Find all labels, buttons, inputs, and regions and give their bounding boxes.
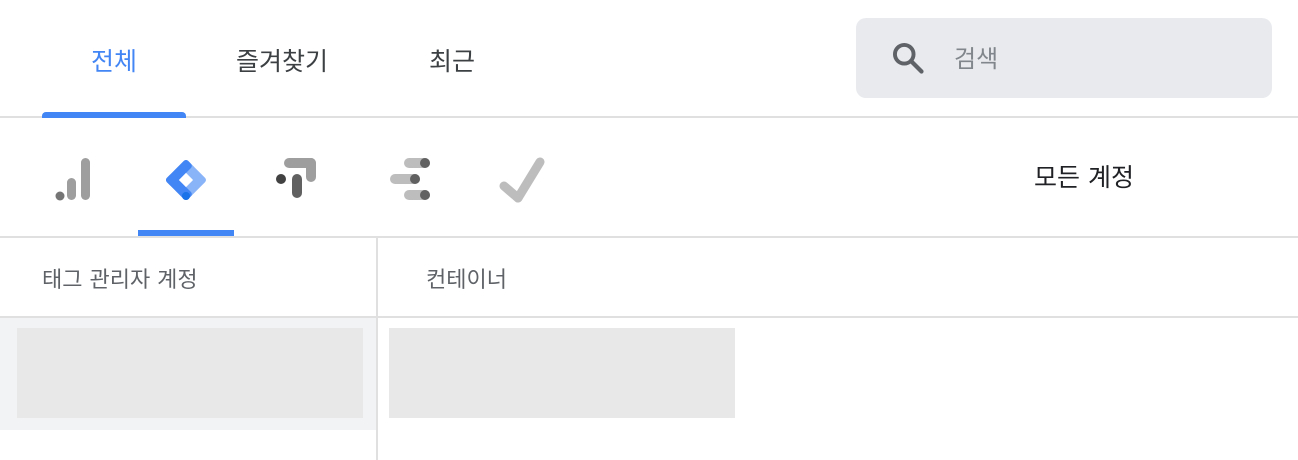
search-input[interactable] (952, 38, 1256, 80)
product-tag-manager[interactable] (138, 118, 234, 236)
tag-manager-icon (166, 160, 206, 200)
tab-all[interactable]: 전체 (42, 42, 186, 82)
tab-bar: 전체 즐겨찾기 최근 (0, 0, 1298, 118)
product-data-studio[interactable] (362, 118, 458, 236)
product-surveys[interactable] (474, 118, 570, 236)
column-headers: 태그 관리자 계정 컨테이너 (0, 238, 1298, 318)
tab-recent[interactable]: 최근 (380, 42, 524, 82)
product-optimize[interactable] (250, 118, 346, 236)
tab-favorites[interactable]: 즐겨찾기 (210, 42, 354, 82)
product-bar: 모든 계정 (0, 118, 1298, 238)
active-product-indicator (138, 230, 234, 236)
account-loading-placeholder (17, 328, 363, 418)
surveys-icon (499, 157, 545, 203)
container-loading-placeholder (389, 328, 735, 418)
search-icon (893, 43, 924, 74)
accounts-filter[interactable]: 모든 계정 (1034, 158, 1134, 194)
column-header-accounts: 태그 관리자 계정 (42, 268, 198, 293)
column-header-containers: 컨테이너 (426, 268, 507, 293)
analytics-icon (55, 158, 90, 201)
column-divider (376, 238, 378, 460)
product-analytics[interactable] (26, 118, 122, 236)
search-box[interactable] (856, 18, 1272, 98)
data-studio-icon (390, 158, 430, 200)
optimize-icon (276, 158, 316, 198)
